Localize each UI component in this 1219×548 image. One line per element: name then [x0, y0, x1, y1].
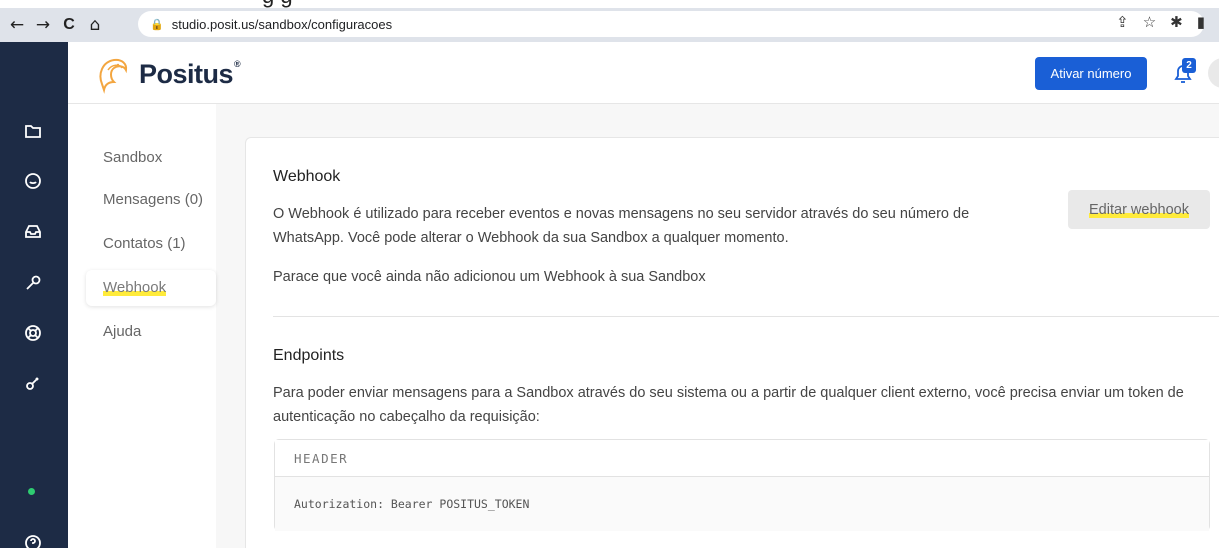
- settings-card: Webhook O Webhook é utilizado para receb…: [245, 137, 1219, 548]
- folder-icon[interactable]: [20, 118, 46, 144]
- extension-icon[interactable]: ✱: [1170, 13, 1183, 31]
- key-icon[interactable]: [20, 370, 46, 396]
- webhook-title: Webhook: [273, 168, 341, 185]
- forward-icon[interactable]: →: [30, 12, 56, 38]
- auth-header-code-block: HEADER Autorization: Bearer POSITUS_TOKE…: [274, 439, 1210, 531]
- online-status-dot: [28, 488, 35, 495]
- endpoints-description-line2: autenticação no cabeçalho da requisição:: [273, 409, 540, 425]
- webhook-description-line2: WhatsApp. Você pode alterar o Webhook da…: [273, 230, 789, 246]
- endpoints-description-line1: Para poder enviar mensagens para a Sandb…: [273, 385, 1184, 401]
- logo-text: Positus: [139, 58, 234, 89]
- endpoints-title: Endpoints: [273, 347, 345, 364]
- nav-item-webhook-label: Webhook: [103, 279, 167, 296]
- help-icon[interactable]: [20, 530, 46, 548]
- positus-logo[interactable]: Positus®: [94, 54, 241, 94]
- nav-item-contacts[interactable]: Contatos (1): [86, 226, 216, 262]
- share-icon[interactable]: ⇪: [1116, 13, 1129, 31]
- nav-item-help[interactable]: Ajuda: [86, 314, 216, 350]
- back-icon[interactable]: ←: [4, 12, 30, 38]
- nav-item-webhook[interactable]: Webhook: [86, 270, 216, 306]
- dolphin-logo-icon: [99, 58, 128, 94]
- browser-actions: ⇪ ☆ ✱ ▮: [1116, 13, 1205, 31]
- chat-icon[interactable]: [20, 168, 46, 194]
- browser-toolbar: ← → C ⌂ 🔒 studio.posit.us/sandbox/config…: [0, 8, 1219, 42]
- sidepanel-icon[interactable]: ▮: [1197, 13, 1205, 31]
- activate-number-button[interactable]: Ativar número: [1035, 57, 1147, 90]
- lifebuoy-icon[interactable]: [20, 320, 46, 346]
- wrench-icon[interactable]: [20, 270, 46, 296]
- url-text: studio.posit.us/sandbox/configuracoes: [171, 16, 393, 32]
- app-header: Positus® Ativar número 2: [68, 42, 1219, 104]
- app-sidebar-rail: [0, 42, 68, 548]
- lock-icon: 🔒: [150, 17, 164, 31]
- avatar[interactable]: [1208, 58, 1219, 88]
- top-caption-strip: g g: [0, 0, 1219, 8]
- logo-registered-mark: ®: [234, 58, 241, 69]
- caption-fragment: g g: [262, 0, 293, 8]
- star-icon[interactable]: ☆: [1143, 13, 1156, 31]
- edit-webhook-button[interactable]: Editar webhook: [1068, 190, 1210, 229]
- code-block-body[interactable]: Autorization: Bearer POSITUS_TOKEN: [275, 477, 1209, 531]
- reload-icon[interactable]: C: [56, 12, 82, 38]
- home-icon[interactable]: ⌂: [82, 12, 108, 38]
- code-block-header: HEADER: [275, 440, 1209, 477]
- edit-webhook-label: Editar webhook: [1089, 201, 1189, 218]
- webhook-description-line1: O Webhook é utilizado para receber event…: [273, 206, 970, 222]
- notification-badge: 2: [1182, 58, 1196, 73]
- nav-item-sandbox[interactable]: Sandbox: [86, 140, 216, 176]
- inbox-icon[interactable]: [20, 218, 46, 244]
- address-bar[interactable]: 🔒 studio.posit.us/sandbox/configuracoes: [138, 11, 1204, 37]
- nav-item-messages[interactable]: Mensagens (0): [86, 182, 216, 218]
- webhook-empty-notice: Parace que você ainda não adicionou um W…: [273, 269, 706, 285]
- section-divider: [273, 316, 1219, 317]
